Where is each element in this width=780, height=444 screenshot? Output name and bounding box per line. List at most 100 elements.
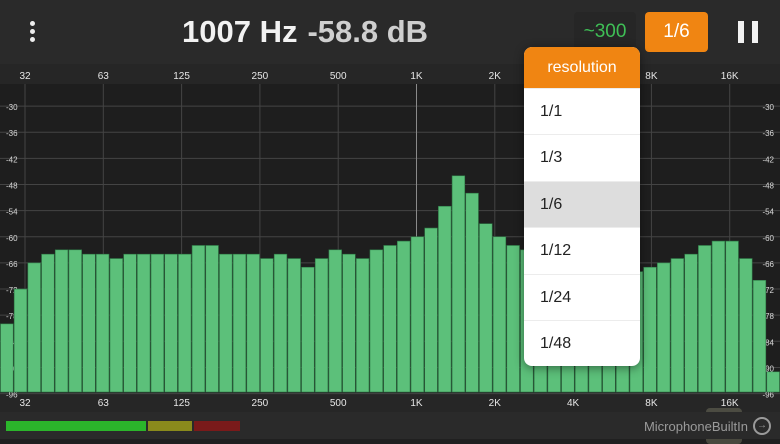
db-tick-label-right: -66 — [762, 260, 774, 269]
spectrum-bar — [342, 253, 356, 393]
spectrum-bar — [465, 192, 479, 393]
spectrum-bar — [164, 253, 178, 393]
spectrum-bar — [150, 253, 165, 393]
spectrum-bar — [82, 253, 96, 393]
freq-tick-label-top: 2K — [489, 71, 502, 82]
spectrum-chart: 323263631251252502505005001K1K2K2K4K4K8K… — [0, 64, 780, 412]
db-tick-label-left: -36 — [6, 129, 18, 138]
spectrum-bar — [178, 253, 192, 393]
freq-tick-label-top: 16K — [721, 71, 739, 82]
resolution-option[interactable]: 1/1 — [524, 88, 640, 134]
spectrum-bar — [451, 175, 466, 393]
spectrum-bar — [219, 253, 233, 393]
resolution-option[interactable]: 1/6 — [524, 180, 640, 228]
spectrum-bar — [739, 258, 753, 393]
db-tick-label-right: -36 — [762, 129, 774, 138]
resolution-menu: resolution 1/1 1/3 1/6 1/12 1/24 1/48 — [524, 47, 640, 366]
top-bar: 1007 Hz -58.8 dB ~300 1/6 — [0, 0, 780, 64]
resolution-menu-title: resolution — [524, 47, 640, 88]
db-tick-label-left: -42 — [6, 155, 18, 164]
freq-axis-bottom — [0, 392, 780, 412]
spectrum-bar — [643, 266, 657, 393]
db-tick-label-right: -48 — [762, 181, 774, 190]
resolution-option[interactable]: 1/24 — [524, 273, 640, 320]
spectrum-bar — [657, 262, 671, 393]
spectrum-bar — [684, 253, 698, 393]
db-tick-label-left: -60 — [6, 234, 18, 243]
spectrum-bar — [68, 249, 82, 393]
freq-tick-label-top: 500 — [330, 71, 347, 82]
pause-icon — [752, 21, 758, 43]
db-tick-label-right: -60 — [762, 234, 774, 243]
db-tick-label-right: -30 — [762, 103, 774, 112]
spectrum-bar — [438, 205, 452, 393]
spectrum-bar — [369, 249, 383, 393]
db-tick-label-left: -54 — [6, 208, 18, 217]
spectrum-bar — [698, 245, 712, 393]
freq-axis-top — [0, 64, 780, 84]
freq-tick-label-bottom: 8K — [645, 398, 658, 409]
spectrum-bar — [725, 240, 739, 393]
spectrum-bar — [54, 249, 69, 393]
db-tick-label-left: -66 — [6, 260, 18, 269]
spectrum-bar — [410, 236, 425, 393]
spectrum-bar — [123, 253, 137, 393]
spectrum-bar — [479, 223, 493, 393]
db-tick-label-left: -30 — [6, 103, 18, 112]
spectrum-bar — [232, 253, 247, 393]
pause-button[interactable] — [736, 18, 762, 46]
spectrum-bar — [314, 258, 329, 393]
spectrum-bar — [260, 258, 274, 393]
peak-level: -58.8 dB — [307, 14, 429, 49]
spectrum-bar — [383, 245, 397, 393]
db-tick-label-right: -42 — [762, 155, 774, 164]
freq-tick-label-top: 125 — [173, 71, 190, 82]
menu-dot — [30, 29, 35, 34]
menu-button[interactable] — [22, 18, 42, 46]
db-tick-label-left: -48 — [6, 181, 18, 190]
resolution-option[interactable]: 1/3 — [524, 134, 640, 180]
resolution-option[interactable]: 1/12 — [524, 227, 640, 273]
spectrum-bar — [205, 245, 219, 393]
freq-tick-label-top: 250 — [252, 71, 269, 82]
peak-frequency: 1007 Hz — [182, 14, 298, 49]
freq-tick-label-bottom: 4K — [567, 398, 580, 409]
spectrum-plot[interactable]: 323263631251252502505005001K1K2K2K4K4K8K… — [0, 64, 780, 444]
spectrum-bar — [41, 253, 55, 393]
spectrum-bar — [301, 266, 315, 393]
spectrum-bar — [506, 245, 520, 393]
freq-tick-label-bottom: 32 — [19, 398, 31, 409]
level-meter-green — [6, 421, 146, 431]
freq-tick-label-bottom: 63 — [98, 398, 110, 409]
input-source-icon[interactable]: → — [753, 417, 771, 435]
spectrum-bar — [711, 240, 726, 393]
spectrum-bar — [328, 249, 342, 393]
spectrum-bar — [424, 227, 438, 393]
spectrum-bar — [27, 262, 41, 393]
spectrum-bar — [246, 253, 260, 393]
spectrum-bar — [355, 258, 370, 393]
freq-tick-label-top: 63 — [98, 71, 110, 82]
spectrum-bar — [287, 258, 301, 393]
level-meter-red — [194, 421, 240, 431]
spectrum-bar — [0, 323, 14, 393]
db-tick-label-right: -54 — [762, 208, 774, 217]
status-bar: MicrophoneBuiltIn → — [0, 412, 780, 439]
spectrum-bar — [397, 240, 411, 393]
menu-dot — [30, 21, 35, 26]
spectrum-bar — [766, 371, 780, 393]
averaging-button[interactable]: ~300 — [574, 12, 636, 52]
freq-tick-label-bottom: 2K — [489, 398, 502, 409]
resolution-button[interactable]: 1/6 — [645, 12, 708, 52]
menu-dot — [30, 37, 35, 42]
freq-tick-label-bottom: 125 — [173, 398, 190, 409]
spectrum-bar — [752, 280, 767, 393]
resolution-option[interactable]: 1/48 — [524, 319, 640, 366]
freq-tick-label-top: 1K — [410, 71, 423, 82]
spectrum-bar — [492, 236, 507, 393]
input-device-label[interactable]: MicrophoneBuiltIn — [644, 419, 748, 434]
freq-tick-label-top: 8K — [645, 71, 658, 82]
level-meter-yellow — [148, 421, 192, 431]
pause-icon — [738, 21, 744, 43]
spectrum-bar — [109, 258, 123, 393]
